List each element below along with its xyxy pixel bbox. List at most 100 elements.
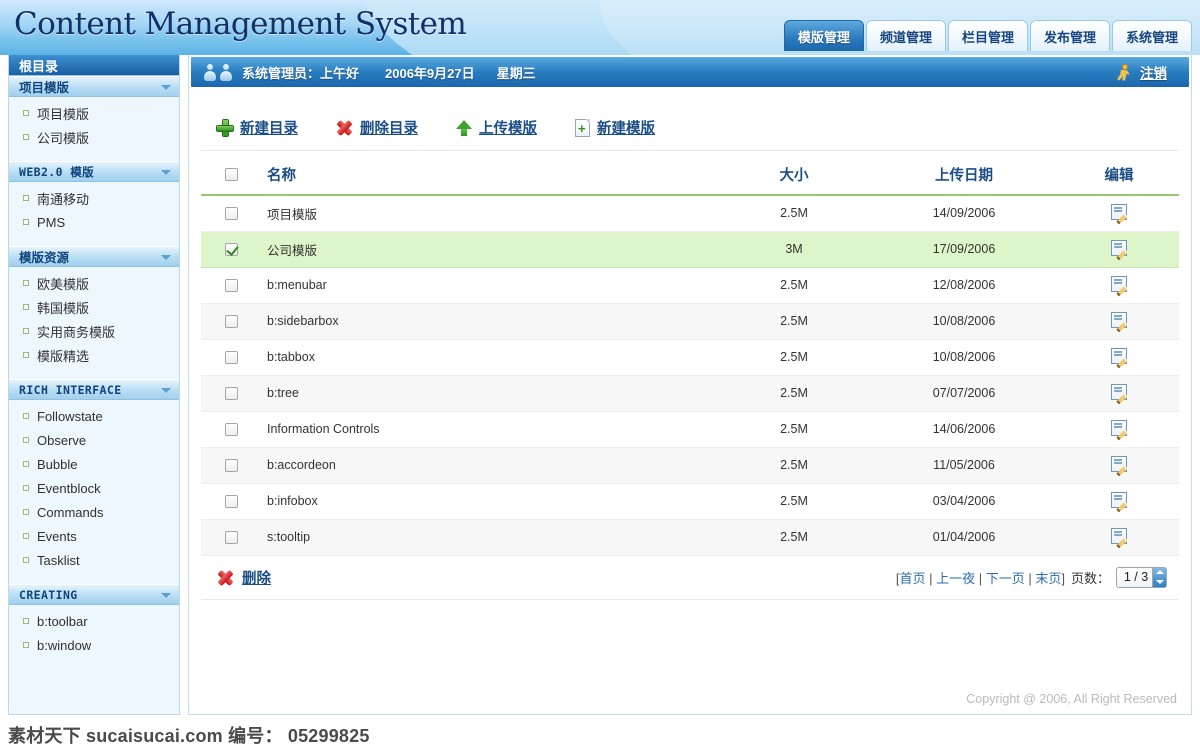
sidebar-section-header-2[interactable]: 模版资源 (9, 246, 179, 267)
edit-pencil-icon[interactable] (1111, 203, 1127, 220)
row-name[interactable]: b:sidebarbox (251, 303, 719, 340)
sidebar-item-3-3[interactable]: Eventblock (9, 476, 179, 500)
row-checkbox[interactable] (224, 423, 238, 437)
table-row[interactable]: b:accordeon 2.5M 11/05/2006 (201, 447, 1179, 484)
tab-1[interactable]: 频道管理 (865, 20, 946, 51)
row-name[interactable]: b:tree (251, 375, 719, 412)
edit-pencil-icon[interactable] (1111, 275, 1127, 292)
row-checkbox[interactable] (224, 243, 238, 257)
sidebar-root-header[interactable]: 根目录 (9, 55, 179, 76)
row-name[interactable]: 公司模版 (251, 231, 719, 268)
sidebar-item-1-1[interactable]: PMS (9, 210, 179, 234)
page-number-stepper[interactable]: 1 / 3 (1116, 566, 1167, 588)
header-size[interactable]: 大小 (719, 155, 869, 196)
sidebar-item-3-1[interactable]: Observe (9, 428, 179, 452)
table-row[interactable]: b:tree 2.5M 07/07/2006 (201, 375, 1179, 412)
toolbar-button-1[interactable]: 删除目录 (336, 117, 418, 138)
tab-2[interactable]: 栏目管理 (947, 20, 1028, 51)
edit-pencil-icon[interactable] (1111, 347, 1127, 364)
edit-pencil-icon[interactable] (1111, 419, 1127, 436)
row-date: 17/09/2006 (869, 231, 1059, 268)
table-row[interactable]: 公司模版 3M 17/09/2006 (201, 231, 1179, 268)
toolbar-button-label: 新建目录 (240, 121, 298, 137)
bullet-square-icon (23, 134, 29, 140)
row-checkbox[interactable] (224, 315, 238, 329)
table-row[interactable]: b:menubar 2.5M 12/08/2006 (201, 267, 1179, 304)
sidebar-section-header-0[interactable]: 项目模版 (9, 76, 179, 97)
row-checkbox-cell (201, 231, 251, 268)
row-checkbox[interactable] (224, 387, 238, 401)
table-row[interactable]: 项目模版 2.5M 14/09/2006 (201, 195, 1179, 232)
edit-pencil-icon[interactable] (1111, 239, 1127, 256)
select-all-checkbox[interactable] (224, 168, 238, 182)
row-date: 12/08/2006 (869, 267, 1059, 304)
sidebar-section-header-4[interactable]: CREATING (9, 584, 179, 605)
toolbar-button-3[interactable]: 新建模版 (575, 117, 655, 138)
tab-0[interactable]: 模版管理 (783, 20, 864, 51)
tab-4[interactable]: 系统管理 (1111, 20, 1192, 51)
edit-pencil-icon[interactable] (1111, 311, 1127, 328)
edit-pencil-icon[interactable] (1111, 383, 1127, 400)
toolbar-button-2[interactable]: 上传模版 (456, 117, 537, 138)
pagination: [首页 | 上一夜 | 下一页 | 末页] 页数： 1 / 3 (896, 566, 1179, 588)
row-name[interactable]: s:tooltip (251, 519, 719, 556)
row-checkbox[interactable] (224, 459, 238, 473)
row-checkbox[interactable] (224, 279, 238, 293)
row-checkbox[interactable] (224, 207, 238, 221)
sidebar-item-4-0[interactable]: b:toolbar (9, 609, 179, 633)
row-checkbox[interactable] (224, 495, 238, 509)
toolbar-button-label: 上传模版 (479, 121, 537, 137)
pager-prev[interactable]: 上一夜 (936, 571, 975, 586)
toolbar-button-0[interactable]: 新建目录 (217, 117, 298, 138)
sidebar-section-body-1: 南通移动 PMS (9, 182, 179, 246)
sidebar-item-label: Followstate (37, 408, 103, 424)
sidebar-item-2-2[interactable]: 实用商务模版 (9, 319, 179, 343)
row-name[interactable]: Information Controls (251, 411, 719, 448)
sidebar-item-0-1[interactable]: 公司模版 (9, 125, 179, 149)
sidebar-item-3-2[interactable]: Bubble (9, 452, 179, 476)
pager-sep-1: | (925, 570, 937, 586)
row-checkbox[interactable] (224, 531, 238, 545)
row-checkbox-cell (201, 339, 251, 376)
sidebar-item-3-6[interactable]: Tasklist (9, 548, 179, 572)
sidebar-item-4-1[interactable]: b:window (9, 633, 179, 657)
sidebar-root-label: 根目录 (19, 58, 59, 74)
pagination-links: [首页 | 上一夜 | 下一页 | 末页] (896, 568, 1065, 587)
table-row[interactable]: b:infobox 2.5M 03/04/2006 (201, 483, 1179, 520)
pager-next[interactable]: 下一页 (986, 571, 1025, 586)
sidebar-item-2-0[interactable]: 欧美模版 (9, 271, 179, 295)
edit-pencil-icon[interactable] (1111, 491, 1127, 508)
pager-first[interactable]: 首页 (899, 571, 925, 586)
table-body: 项目模版 2.5M 14/09/2006 公司模版 3M 17/09/2006 b:menu… (201, 195, 1179, 556)
table-row[interactable]: b:sidebarbox 2.5M 10/08/2006 (201, 303, 1179, 340)
sidebar-item-3-4[interactable]: Commands (9, 500, 179, 524)
row-checkbox[interactable] (224, 351, 238, 365)
table-row[interactable]: s:tooltip 2.5M 01/04/2006 (201, 519, 1179, 556)
row-name[interactable]: b:menubar (251, 267, 719, 304)
sidebar-item-1-0[interactable]: 南通移动 (9, 186, 179, 210)
sidebar-item-0-0[interactable]: 项目模版 (9, 101, 179, 125)
tab-3[interactable]: 发布管理 (1029, 20, 1110, 51)
sidebar-item-3-5[interactable]: Events (9, 524, 179, 548)
row-name[interactable]: 项目模版 (251, 195, 719, 232)
header-date[interactable]: 上传日期 (869, 155, 1059, 196)
header-name[interactable]: 名称 (251, 155, 719, 196)
sidebar-section-header-1[interactable]: WEB2.0 模版 (9, 161, 179, 182)
sidebar-item-2-1[interactable]: 韩国模版 (9, 295, 179, 319)
pager-last[interactable]: 末页 (1035, 571, 1061, 586)
row-name[interactable]: b:infobox (251, 483, 719, 520)
logout-button[interactable]: 注销 (1116, 57, 1167, 87)
edit-pencil-icon[interactable] (1111, 455, 1127, 472)
row-name[interactable]: b:tabbox (251, 339, 719, 376)
row-date: 11/05/2006 (869, 447, 1059, 484)
sidebar-item-3-0[interactable]: Followstate (9, 404, 179, 428)
stepper-arrows[interactable] (1152, 567, 1166, 587)
table-row[interactable]: b:tabbox 2.5M 10/08/2006 (201, 339, 1179, 376)
table-row[interactable]: Information Controls 2.5M 14/06/2006 (201, 411, 1179, 448)
delete-selected-button[interactable]: 删除 (217, 567, 271, 588)
sidebar-section-header-3[interactable]: RICH INTERFACE (9, 379, 179, 400)
row-name[interactable]: b:accordeon (251, 447, 719, 484)
header-edit: 编辑 (1059, 155, 1179, 196)
sidebar-item-2-3[interactable]: 模版精选 (9, 343, 179, 367)
edit-pencil-icon[interactable] (1111, 527, 1127, 544)
